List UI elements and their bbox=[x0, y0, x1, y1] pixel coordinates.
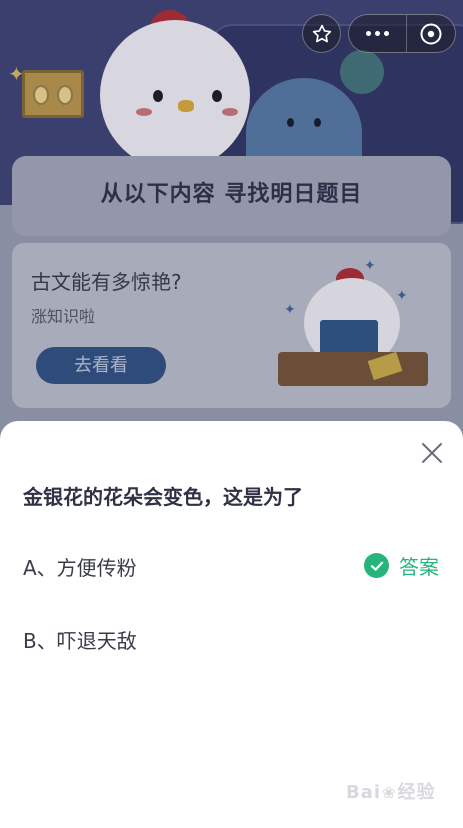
card-title: 古文能有多惊艳? bbox=[31, 270, 182, 294]
medal-frame-illustration bbox=[22, 70, 84, 118]
book-icon bbox=[320, 320, 378, 354]
exit-button[interactable] bbox=[407, 15, 455, 52]
close-circle-icon bbox=[420, 23, 442, 44]
chick-mascot-illustration bbox=[100, 20, 250, 170]
check-circle-icon bbox=[364, 553, 389, 578]
watermark-prefix: Bai bbox=[346, 782, 382, 803]
card-subtitle: 涨知识啦 bbox=[31, 307, 96, 326]
sparkle-icon: ✦ bbox=[396, 288, 408, 304]
answer-label: 答案 bbox=[399, 555, 439, 579]
go-see-button[interactable]: 去看看 bbox=[36, 347, 166, 384]
option-b[interactable]: B、吓退天敌 bbox=[23, 625, 137, 654]
more-button[interactable] bbox=[349, 15, 407, 52]
chick-beak bbox=[178, 100, 194, 112]
desk bbox=[278, 352, 428, 386]
banner-title: 从以下内容 寻找明日题目 bbox=[100, 182, 363, 207]
paw-icon: ❀ bbox=[382, 783, 397, 802]
answer-badge: 答案 bbox=[364, 551, 439, 580]
chick-cheek bbox=[222, 108, 238, 116]
chick-eye bbox=[153, 90, 163, 102]
blue-mascot-eye bbox=[287, 118, 294, 127]
baidu-jingyan-watermark: Bai❀经验 bbox=[346, 778, 435, 804]
sparkle-icon: ✦ bbox=[364, 258, 376, 274]
question-text: 金银花的花朵会变色，这是为了 bbox=[23, 485, 303, 509]
chick-cheek bbox=[136, 108, 152, 116]
favorite-button[interactable] bbox=[302, 14, 341, 53]
watermark-suffix: 经验 bbox=[397, 782, 436, 803]
reading-chick-illustration: ✦ ✦ ✦ bbox=[278, 258, 438, 398]
planet-illustration bbox=[340, 50, 384, 94]
medal-icon bbox=[33, 85, 49, 105]
more-dots-icon bbox=[364, 31, 391, 36]
sheet-close-button[interactable] bbox=[418, 439, 446, 467]
star-icon bbox=[312, 24, 331, 42]
background-page: ✦ 从以下内容 寻找明日题目 古文能有多惊艳? 涨知识啦 去看看 ✦ ✦ ✦ bbox=[0, 0, 463, 440]
sparkle-icon: ✦ bbox=[284, 302, 296, 318]
mini-program-capsule bbox=[348, 14, 456, 53]
chick-eye bbox=[212, 90, 222, 102]
blue-mascot-eye bbox=[314, 118, 321, 127]
medal-icon bbox=[57, 85, 73, 105]
option-a[interactable]: A、方便传粉 bbox=[23, 552, 137, 581]
close-icon bbox=[422, 443, 442, 463]
